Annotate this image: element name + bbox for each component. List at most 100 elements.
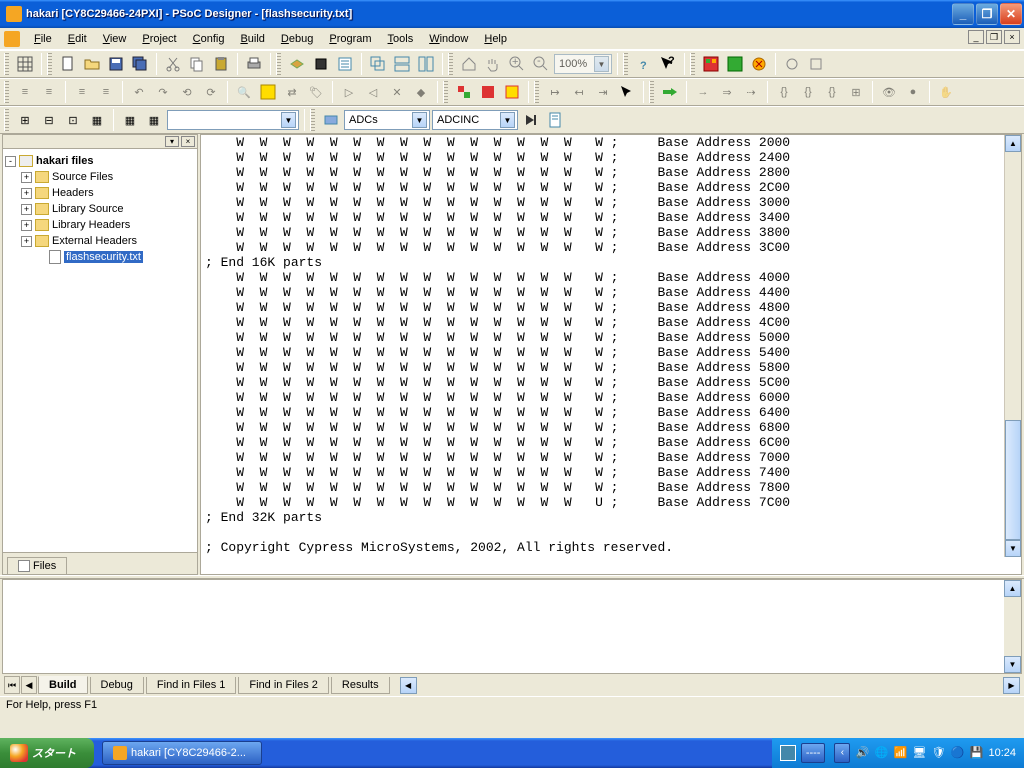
brk3-icon[interactable]: {} (821, 81, 843, 103)
bm-next-icon[interactable]: ▷ (338, 81, 360, 103)
toolbar-grip[interactable] (276, 53, 281, 75)
menu-edit[interactable]: Edit (60, 31, 95, 47)
dbg3-icon[interactable]: ⇢ (740, 81, 762, 103)
tb3-2-icon[interactable]: ⊟ (38, 109, 60, 131)
save-all-icon[interactable] (129, 53, 151, 75)
tb3-1-icon[interactable]: ⊞ (14, 109, 36, 131)
bm-toggle-icon[interactable]: ◆ (410, 81, 432, 103)
menu-program[interactable]: Program (321, 31, 379, 47)
bm-prev-icon[interactable]: ◁ (362, 81, 384, 103)
tree-item[interactable]: +Headers (5, 185, 195, 201)
toolbar-grip[interactable] (310, 109, 315, 131)
step-a-icon[interactable]: ↦ (544, 81, 566, 103)
brk4-icon[interactable]: ⊞ (845, 81, 867, 103)
output-tab-find-in-files-2[interactable]: Find in Files 2 (238, 677, 328, 694)
tray-icon[interactable]: 🔵 (950, 746, 964, 760)
scroll-down-icon[interactable]: ▼ (1005, 540, 1021, 557)
tb3-6-icon[interactable]: ▦ (143, 109, 165, 131)
toolbar-grip[interactable] (690, 53, 695, 75)
align-right-icon[interactable]: ≡ (95, 81, 117, 103)
menu-debug[interactable]: Debug (273, 31, 321, 47)
code-editor[interactable]: W W W W W W W W W W W W W W W W ; Base A… (200, 134, 1022, 575)
cursor-icon[interactable] (616, 81, 638, 103)
toolbar-grip[interactable] (4, 53, 9, 75)
toolbar-grip[interactable] (4, 109, 9, 131)
bookmark-icon[interactable]: 🏷 (305, 81, 327, 103)
stop-icon[interactable]: ● (902, 81, 924, 103)
view2-icon[interactable] (724, 53, 746, 75)
dbg2-icon[interactable]: ⇒ (716, 81, 738, 103)
output-hscrollbar[interactable]: ◀▶ (400, 677, 1020, 694)
tree-root[interactable]: -hakari files (5, 153, 195, 169)
print-icon[interactable] (243, 53, 265, 75)
brk1-icon[interactable]: {} (773, 81, 795, 103)
scroll-thumb[interactable] (1005, 420, 1021, 540)
sidebar-dock-icon[interactable]: ▾ (165, 136, 179, 147)
tb3-3-icon[interactable]: ⊡ (62, 109, 84, 131)
tray-icon[interactable]: 🌐 (874, 746, 888, 760)
mdi-restore-button[interactable]: ❐ (986, 30, 1002, 44)
empty-combo[interactable]: ▼ (167, 110, 299, 130)
minimize-button[interactable]: _ (952, 3, 974, 25)
home-icon[interactable] (458, 53, 480, 75)
save-icon[interactable] (105, 53, 127, 75)
tray-icon[interactable]: 🔊 (855, 746, 869, 760)
tray-icon[interactable]: 🛡 (931, 746, 945, 760)
output-vscrollbar[interactable]: ▲▼ (1004, 580, 1021, 673)
module-icon[interactable] (286, 53, 308, 75)
zoom-out-icon[interactable]: - (530, 53, 552, 75)
undo-icon[interactable]: ↶ (128, 81, 150, 103)
go-icon[interactable] (659, 81, 681, 103)
new-file-icon[interactable] (57, 53, 79, 75)
tool-b-icon[interactable]: ⟳ (200, 81, 222, 103)
tray-lang-indicator[interactable]: ---- (801, 743, 826, 763)
menu-project[interactable]: Project (134, 31, 184, 47)
start-button[interactable]: スタート (0, 738, 94, 768)
flag-yellow-icon[interactable] (501, 81, 523, 103)
tree-item[interactable]: +Library Headers (5, 217, 195, 233)
flag-red-icon[interactable] (453, 81, 475, 103)
toolbar-grip[interactable] (47, 53, 52, 75)
tabnav-first-icon[interactable]: ⏮ (4, 676, 20, 694)
mdi-minimize-button[interactable]: _ (968, 30, 984, 44)
menu-view[interactable]: View (95, 31, 135, 47)
find-next-icon[interactable] (257, 81, 279, 103)
redo-icon[interactable]: ↷ (152, 81, 174, 103)
maximize-button[interactable]: ❐ (976, 3, 998, 25)
view1-icon[interactable] (700, 53, 722, 75)
tray-expand-icon[interactable]: ‹ (834, 743, 850, 763)
scroll-up-icon[interactable]: ▲ (1005, 135, 1021, 152)
tree-item[interactable]: +Source Files (5, 169, 195, 185)
tb3-4-icon[interactable]: ▦ (86, 109, 108, 131)
dbg1-icon[interactable]: → (692, 81, 714, 103)
editor-vscrollbar[interactable]: ▲ ▼ (1004, 135, 1021, 557)
toolbar-grip[interactable] (448, 53, 453, 75)
menu-config[interactable]: Config (185, 31, 233, 47)
chip-icon[interactable] (310, 53, 332, 75)
align-left-icon[interactable]: ≡ (71, 81, 93, 103)
toolbar-grip[interactable] (443, 81, 448, 103)
watch-icon[interactable]: 👁 (878, 81, 900, 103)
zoom-in-icon[interactable]: + (506, 53, 528, 75)
mdi-close-button[interactable]: × (1004, 30, 1020, 44)
view3-icon[interactable] (748, 53, 770, 75)
brk2-icon[interactable]: {} (797, 81, 819, 103)
output-tab-debug[interactable]: Debug (90, 677, 144, 694)
toolbar-grip[interactable] (649, 81, 654, 103)
paste-icon[interactable] (210, 53, 232, 75)
tabnav-prev-icon[interactable]: ◀ (21, 676, 37, 694)
cascade-icon[interactable] (367, 53, 389, 75)
tile-horiz-icon[interactable] (391, 53, 413, 75)
menu-file[interactable]: File (26, 31, 60, 47)
menu-tools[interactable]: Tools (380, 31, 422, 47)
tree-item-selected[interactable]: flashsecurity.txt (5, 249, 195, 265)
halt-icon[interactable]: ✋ (935, 81, 957, 103)
hand-icon[interactable] (482, 53, 504, 75)
indent-icon[interactable]: ≡ (14, 81, 36, 103)
list-icon[interactable] (334, 53, 356, 75)
tree-item[interactable]: +External Headers (5, 233, 195, 249)
output-tab-build[interactable]: Build (38, 676, 88, 694)
datasheet-icon[interactable] (544, 109, 566, 131)
close-button[interactable]: ✕ (1000, 3, 1022, 25)
toolbar-grip[interactable] (4, 81, 9, 103)
